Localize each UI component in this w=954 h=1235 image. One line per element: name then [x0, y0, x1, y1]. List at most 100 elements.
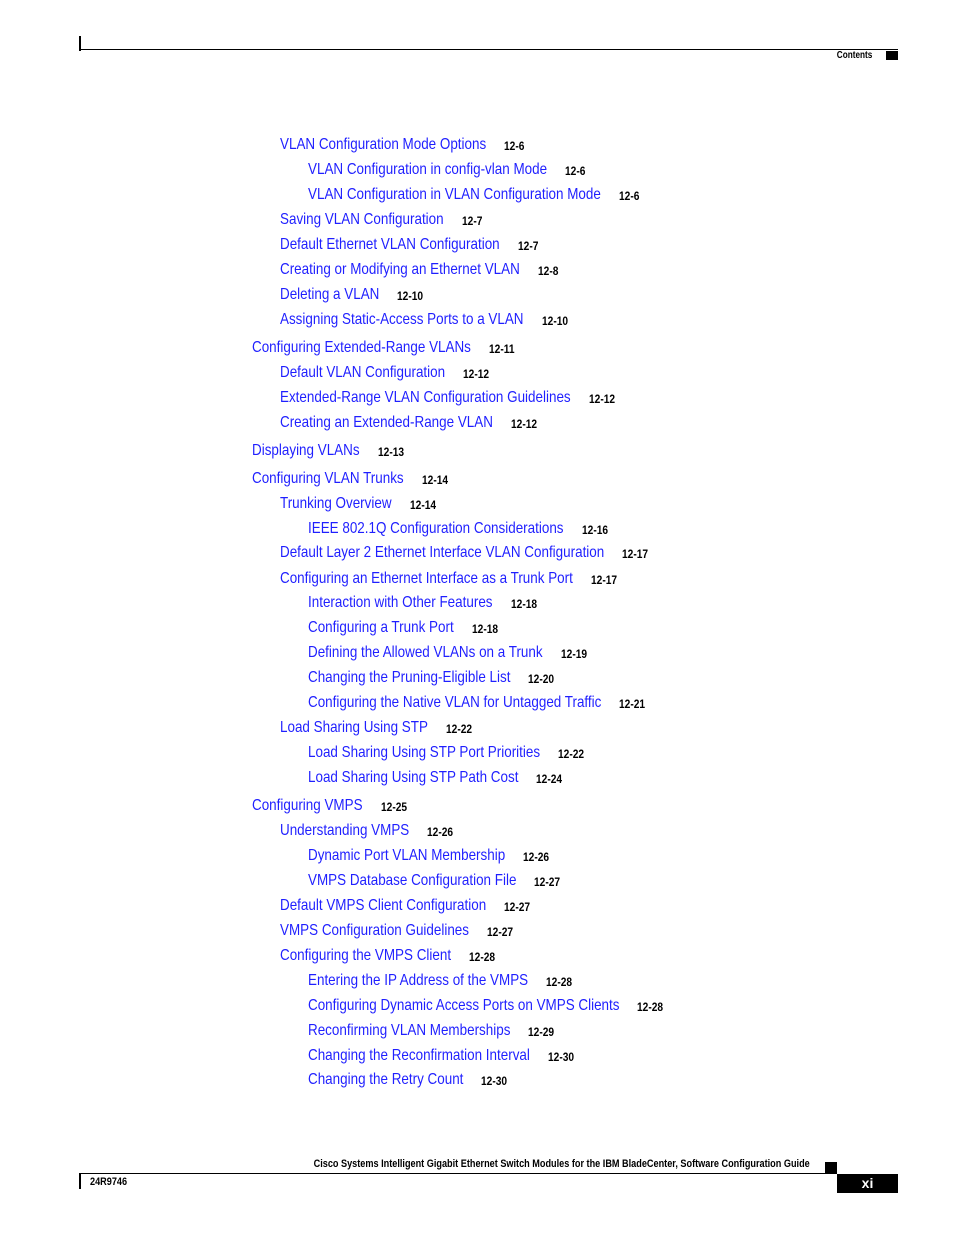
toc-entry-page: 12-17	[622, 547, 649, 561]
toc-entry-link[interactable]: Reconfirming VLAN Memberships	[308, 1020, 510, 1042]
toc-entry-page: 12-17	[590, 573, 617, 587]
toc-entry-link[interactable]: Load Sharing Using STP Path Cost	[308, 767, 518, 789]
toc-entry: Default VMPS Client Configuration 12-27	[280, 895, 530, 917]
toc-entry-link[interactable]: Interaction with Other Features	[308, 592, 493, 614]
toc-entry: Displaying VLANs 12-13	[252, 440, 404, 462]
toc-entry-link[interactable]: Configuring Dynamic Access Ports on VMPS…	[308, 995, 619, 1017]
toc-entry-page: 12-18	[471, 622, 498, 636]
toc-entry: Load Sharing Using STP Path Cost 12-24	[308, 767, 563, 789]
toc-entry-link[interactable]: Defining the Allowed VLANs on a Trunk	[308, 642, 543, 664]
toc-entry: Assigning Static-Access Ports to a VLAN 1…	[280, 309, 570, 331]
toc-entry-page: 12-28	[637, 1000, 664, 1014]
toc-entry-link[interactable]: VMPS Database Configuration File	[308, 870, 516, 892]
toc-entry: IEEE 802.1Q Configuration Considerations…	[308, 518, 612, 540]
toc-entry-link[interactable]: Configuring VMPS	[252, 795, 363, 817]
toc-entry: VLAN Configuration in VLAN Configuration…	[308, 184, 657, 206]
toc-entry: VMPS Configuration Guidelines 12-27	[280, 920, 513, 942]
toc-entry-link[interactable]: Trunking Overview	[280, 493, 392, 515]
toc-entry-page: 12-10	[541, 314, 568, 328]
toc-entry-link[interactable]: Deleting a VLAN	[280, 284, 379, 306]
toc-entry-link[interactable]: Dynamic Port VLAN Membership	[308, 845, 505, 867]
toc-entry-link[interactable]: Default VLAN Configuration	[280, 362, 445, 384]
toc-entry-link[interactable]: Changing the Reconfirmation Interval	[308, 1045, 530, 1067]
toc-entry-link[interactable]: Configuring a Trunk Port	[308, 617, 454, 639]
toc-entry: Defining the Allowed VLANs on a Trunk 12-…	[308, 642, 587, 664]
toc-entry: Creating or Modifying an Ethernet VLAN 12…	[280, 259, 565, 281]
toc-entry: Default Ethernet VLAN Configuration 12-7	[280, 234, 541, 256]
toc-entry-page: 12-14	[421, 473, 448, 487]
toc-entry: Load Sharing Using STP 12-22	[280, 717, 472, 739]
toc-entry-page: 12-28	[546, 975, 573, 989]
toc-entry-page: 12-27	[534, 875, 561, 889]
toc-entry-page: 12-8	[537, 264, 559, 278]
toc-entry-page: 12-6	[618, 189, 640, 203]
toc-entry-link[interactable]: Configuring the Native VLAN for Untagged…	[308, 692, 601, 714]
toc-entry-link[interactable]: Changing the Retry Count	[308, 1069, 463, 1091]
toc-entry-page: 12-12	[463, 367, 490, 381]
footer-marker-block	[825, 1162, 837, 1174]
toc-entry: Creating an Extended-Range VLAN 12-12	[280, 412, 537, 434]
toc-entry-page: 12-11	[488, 342, 515, 356]
toc-entry: Saving VLAN Configuration 12-7	[280, 209, 482, 231]
toc-entry-link[interactable]: Configuring Extended-Range VLANs	[252, 337, 471, 359]
toc-entry-link[interactable]: Load Sharing Using STP Port Priorities	[308, 742, 540, 764]
toc-entry-link[interactable]: Assigning Static-Access Ports to a VLAN	[280, 309, 524, 331]
toc-entry-page: 12-19	[560, 647, 587, 661]
toc-entry-page: 12-6	[504, 139, 525, 153]
toc-entry: Changing the Retry Count 12-30	[308, 1069, 507, 1091]
toc-entry-page: 12-20	[528, 672, 555, 686]
toc-entry-link[interactable]: Understanding VMPS	[280, 820, 409, 842]
toc-entry-link[interactable]: VLAN Configuration in config-vlan Mode	[308, 159, 547, 181]
toc-entry: Default Layer 2 Ethernet Interface VLAN …	[280, 542, 666, 564]
toc-entry-page: 12-25	[380, 800, 407, 814]
toc-entry: Changing the Pruning-Eligible List 12-20	[308, 667, 555, 689]
toc-entry-page: 12-24	[536, 772, 563, 786]
toc-entry: Configuring a Trunk Port 12-18	[308, 617, 498, 639]
toc-entry-link[interactable]: VMPS Configuration Guidelines	[280, 920, 469, 942]
toc-entry: Dynamic Port VLAN Membership 12-26	[308, 845, 549, 867]
toc-entry-page: 12-27	[487, 925, 514, 939]
toc-entry-link[interactable]: VLAN Configuration in VLAN Configuration…	[308, 184, 601, 206]
toc-entry-link[interactable]: Entering the IP Address of the VMPS	[308, 970, 528, 992]
toc-entry-link[interactable]: Extended-Range VLAN Configuration Guidel…	[280, 387, 571, 409]
toc-entry-link[interactable]: Configuring VLAN Trunks	[252, 468, 404, 490]
toc-entry-page: 12-26	[523, 850, 550, 864]
toc-entry-page: 12-30	[481, 1074, 508, 1088]
toc-entry: Interaction with Other Features 12-18	[308, 592, 537, 614]
toc-entry-link[interactable]: Configuring an Ethernet Interface as a T…	[280, 568, 573, 590]
toc-entry-page: 12-16	[581, 523, 608, 537]
toc-entry-link[interactable]: Default Ethernet VLAN Configuration	[280, 234, 500, 256]
toc-entry-page: 12-14	[409, 498, 436, 512]
toc-entry-link[interactable]: Saving VLAN Configuration	[280, 209, 444, 231]
toc-entry: Default VLAN Configuration 12-12	[280, 362, 489, 384]
footer-page-number: xi	[837, 1174, 898, 1193]
toc-entry: Changing the Reconfirmation Interval 12-3…	[308, 1045, 574, 1067]
footer-rule	[79, 1173, 825, 1174]
toc-entry: Configuring the Native VLAN for Untagged…	[308, 692, 657, 714]
toc-entry: Deleting a VLAN 12-10	[280, 284, 423, 306]
toc-entry-link[interactable]: VLAN Configuration Mode Options	[280, 134, 486, 156]
toc-entry-link[interactable]: Displaying VLANs	[252, 440, 360, 462]
toc-entry-page: 12-22	[445, 722, 473, 736]
toc-entry-link[interactable]: Changing the Pruning-Eligible List	[308, 667, 510, 689]
toc-entry-page: 12-29	[528, 1025, 555, 1039]
toc-entry: Configuring Dynamic Access Ports on VMPS…	[308, 995, 679, 1017]
toc-entry: Extended-Range VLAN Configuration Guidel…	[280, 387, 626, 409]
footer-doc-number: 24R9746	[90, 1176, 128, 1188]
toc-entry-page: 12-7	[517, 239, 539, 253]
toc-entry-link[interactable]: Creating or Modifying an Ethernet VLAN	[280, 259, 520, 281]
toc-entry: Understanding VMPS 12-26	[280, 820, 453, 842]
toc-entry-page: 12-7	[461, 214, 483, 228]
toc-entry-page: 12-18	[510, 597, 537, 611]
toc-entry: VLAN Configuration in config-vlan Mode 12…	[308, 159, 593, 181]
toc-entry-page: 12-26	[427, 825, 454, 839]
toc-entry-link[interactable]: Configuring the VMPS Client	[280, 945, 451, 967]
header-marker-block	[886, 51, 898, 60]
toc-entry-link[interactable]: IEEE 802.1Q Configuration Considerations	[308, 518, 564, 540]
toc-entry-link[interactable]: Default VMPS Client Configuration	[280, 895, 486, 917]
toc-entry-link[interactable]: Default Layer 2 Ethernet Interface VLAN …	[280, 542, 604, 564]
header-section-label: Contents	[836, 50, 872, 61]
toc-entry-link[interactable]: Load Sharing Using STP	[280, 717, 428, 739]
toc-entry: VLAN Configuration Mode Options 12-6	[280, 134, 525, 156]
toc-entry-link[interactable]: Creating an Extended-Range VLAN	[280, 412, 493, 434]
